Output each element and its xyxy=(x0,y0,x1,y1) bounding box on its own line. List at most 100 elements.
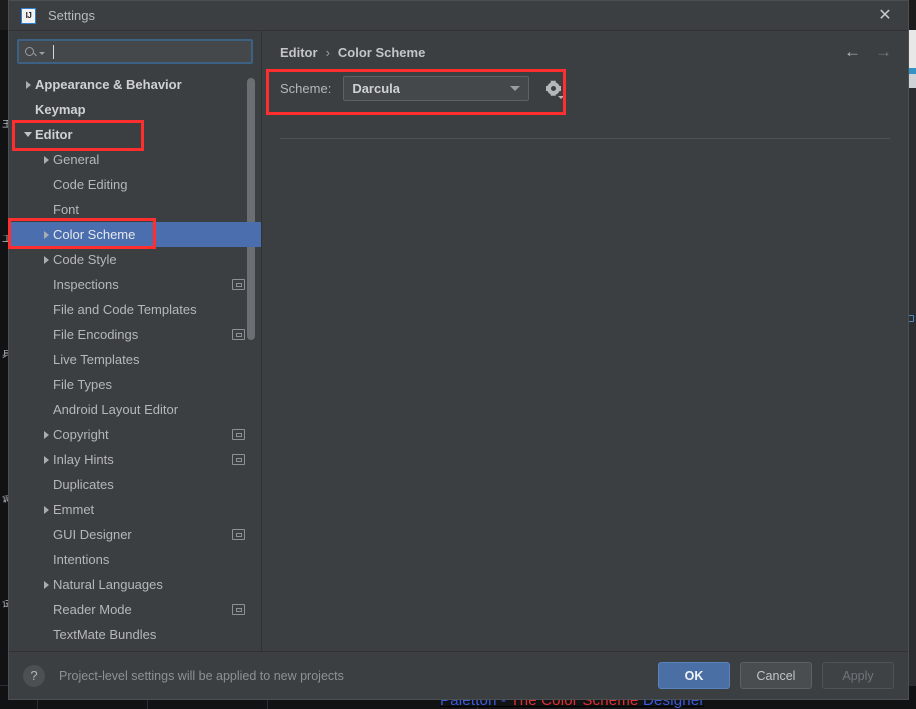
ok-button[interactable]: OK xyxy=(658,662,730,689)
project-scope-icon xyxy=(232,529,245,540)
sidebar-item-label: File and Code Templates xyxy=(53,302,197,317)
search-options-chevron-down-icon[interactable] xyxy=(39,52,45,55)
project-scope-icon xyxy=(232,429,245,440)
sidebar-item-label: Live Templates xyxy=(53,352,140,367)
chevron-down-icon xyxy=(510,86,521,91)
sidebar-item-editor[interactable]: Editor xyxy=(9,122,261,147)
settings-sidebar: Appearance & Behavior Keymap Editor General… xyxy=(9,31,262,651)
chevron-right-icon[interactable] xyxy=(39,580,53,589)
cancel-button[interactable]: Cancel xyxy=(740,662,812,689)
sidebar-item-label: Inspections xyxy=(53,277,119,292)
sidebar-item-intentions[interactable]: Intentions xyxy=(9,547,261,572)
sidebar-item-reader-mode[interactable]: Reader Mode xyxy=(9,597,261,622)
sidebar-item-label: Color Scheme xyxy=(53,227,136,242)
sidebar-item-label: Code Editing xyxy=(53,177,128,192)
chevron-right-glyph xyxy=(25,80,31,89)
chevron-down-icon[interactable] xyxy=(21,132,35,137)
back-arrow-icon[interactable]: ← xyxy=(844,43,861,60)
dialog-titlebar: IJ Settings ✕ xyxy=(9,1,908,31)
project-scope-icon xyxy=(232,454,245,465)
sidebar-item-label: Copyright xyxy=(53,427,109,442)
search-input[interactable] xyxy=(56,44,245,59)
chevron-right-glyph xyxy=(43,230,49,239)
dialog-body: Appearance & Behavior Keymap Editor General… xyxy=(9,31,908,651)
sidebar-item-label: Android Layout Editor xyxy=(53,402,179,417)
sidebar-item-label: Natural Languages xyxy=(53,577,163,592)
dialog-title: Settings xyxy=(48,8,95,23)
breadcrumb-parent[interactable]: Editor xyxy=(280,45,318,60)
chevron-right-glyph xyxy=(43,505,49,514)
sidebar-item-emmet[interactable]: Emmet xyxy=(9,497,261,522)
chevron-right-glyph xyxy=(43,430,49,439)
sidebar-item-textmate-bundles[interactable]: TextMate Bundles xyxy=(9,622,261,647)
sidebar-item-general[interactable]: General xyxy=(9,147,261,172)
sidebar-item-label: Reader Mode xyxy=(53,602,132,617)
sidebar-item-label: Intentions xyxy=(53,552,110,567)
chevron-right-glyph xyxy=(43,580,49,589)
footer-note: Project-level settings will be applied t… xyxy=(59,668,344,683)
project-scope-icon xyxy=(232,279,245,290)
scheme-settings-button[interactable] xyxy=(543,79,565,99)
sidebar-item-file-and-code-templates[interactable]: File and Code Templates xyxy=(9,297,261,322)
scheme-selected-value: Darcula xyxy=(352,81,401,96)
sidebar-item-keymap[interactable]: Keymap xyxy=(9,97,261,122)
chevron-right-icon[interactable] xyxy=(39,430,53,439)
breadcrumb-current: Color Scheme xyxy=(337,45,426,60)
scheme-select[interactable]: Darcula xyxy=(343,76,530,101)
sidebar-item-natural-languages[interactable]: Natural Languages xyxy=(9,572,261,597)
settings-dialog: IJ Settings ✕ Appearance & Behavior Keym… xyxy=(8,0,909,700)
sidebar-item-appearance-behavior[interactable]: Appearance & Behavior xyxy=(9,72,261,97)
sidebar-item-label: Font xyxy=(53,202,80,217)
sidebar-item-inlay-hints[interactable]: Inlay Hints xyxy=(9,447,261,472)
project-scope-inner xyxy=(235,432,242,437)
sidebar-item-gui-designer[interactable]: GUI Designer xyxy=(9,522,261,547)
project-scope-inner xyxy=(235,282,242,287)
gear-center xyxy=(550,86,556,91)
footer-buttons: OK Cancel Apply xyxy=(658,662,894,689)
chevron-right-icon[interactable] xyxy=(39,505,53,514)
content-divider xyxy=(280,138,890,139)
sidebar-item-label: GUI Designer xyxy=(53,527,132,542)
sidebar-item-label: File Types xyxy=(53,377,113,392)
breadcrumb: Editor › Color Scheme xyxy=(280,31,890,60)
chevron-right-glyph xyxy=(43,455,49,464)
sidebar-item-file-encodings[interactable]: File Encodings xyxy=(9,322,261,347)
chevron-right-icon[interactable] xyxy=(39,455,53,464)
screen: 主 工 具 调 试 Paletton - The Color Scheme De… xyxy=(0,0,916,709)
text-cursor xyxy=(53,44,54,59)
settings-tree[interactable]: Appearance & Behavior Keymap Editor General… xyxy=(9,70,261,651)
project-scope-inner xyxy=(235,607,242,612)
sidebar-item-duplicates[interactable]: Duplicates xyxy=(9,472,261,497)
breadcrumb-separator: › xyxy=(325,45,330,60)
chevron-right-icon[interactable] xyxy=(21,80,35,89)
sidebar-item-label: Appearance & Behavior xyxy=(35,77,182,92)
search-icon xyxy=(25,47,34,56)
project-scope-icon xyxy=(232,329,245,340)
chevron-right-icon[interactable] xyxy=(39,255,53,264)
chevron-down-glyph xyxy=(24,132,32,137)
project-scope-inner xyxy=(235,457,242,462)
close-icon[interactable]: ✕ xyxy=(870,4,900,28)
chevron-right-icon[interactable] xyxy=(39,155,53,164)
help-icon[interactable]: ? xyxy=(23,664,45,687)
chevron-right-icon[interactable] xyxy=(39,230,53,239)
sidebar-item-live-templates[interactable]: Live Templates xyxy=(9,347,261,372)
sidebar-item-code-editing[interactable]: Code Editing xyxy=(9,172,261,197)
gear-chevron-down-icon xyxy=(558,95,565,99)
sidebar-item-label: Code Style xyxy=(53,252,117,267)
sidebar-item-copyright[interactable]: Copyright xyxy=(9,422,261,447)
sidebar-item-font[interactable]: Font xyxy=(9,197,261,222)
forward-arrow-icon[interactable]: → xyxy=(875,43,892,60)
sidebar-item-file-types[interactable]: File Types xyxy=(9,372,261,397)
sidebar-item-inspections[interactable]: Inspections xyxy=(9,272,261,297)
scheme-row: Scheme: Darcula xyxy=(280,76,890,101)
chevron-right-glyph xyxy=(43,255,49,264)
project-scope-inner xyxy=(235,532,242,537)
sidebar-item-label: Editor xyxy=(35,127,73,142)
search-box[interactable] xyxy=(17,39,253,64)
settings-content-pane: Editor › Color Scheme ← → Scheme: Darcul… xyxy=(262,31,908,651)
sidebar-item-android-layout-editor[interactable]: Android Layout Editor xyxy=(9,397,261,422)
sidebar-item-color-scheme[interactable]: Color Scheme xyxy=(9,222,261,247)
sidebar-item-code-style[interactable]: Code Style xyxy=(9,247,261,272)
search-area xyxy=(9,31,261,70)
